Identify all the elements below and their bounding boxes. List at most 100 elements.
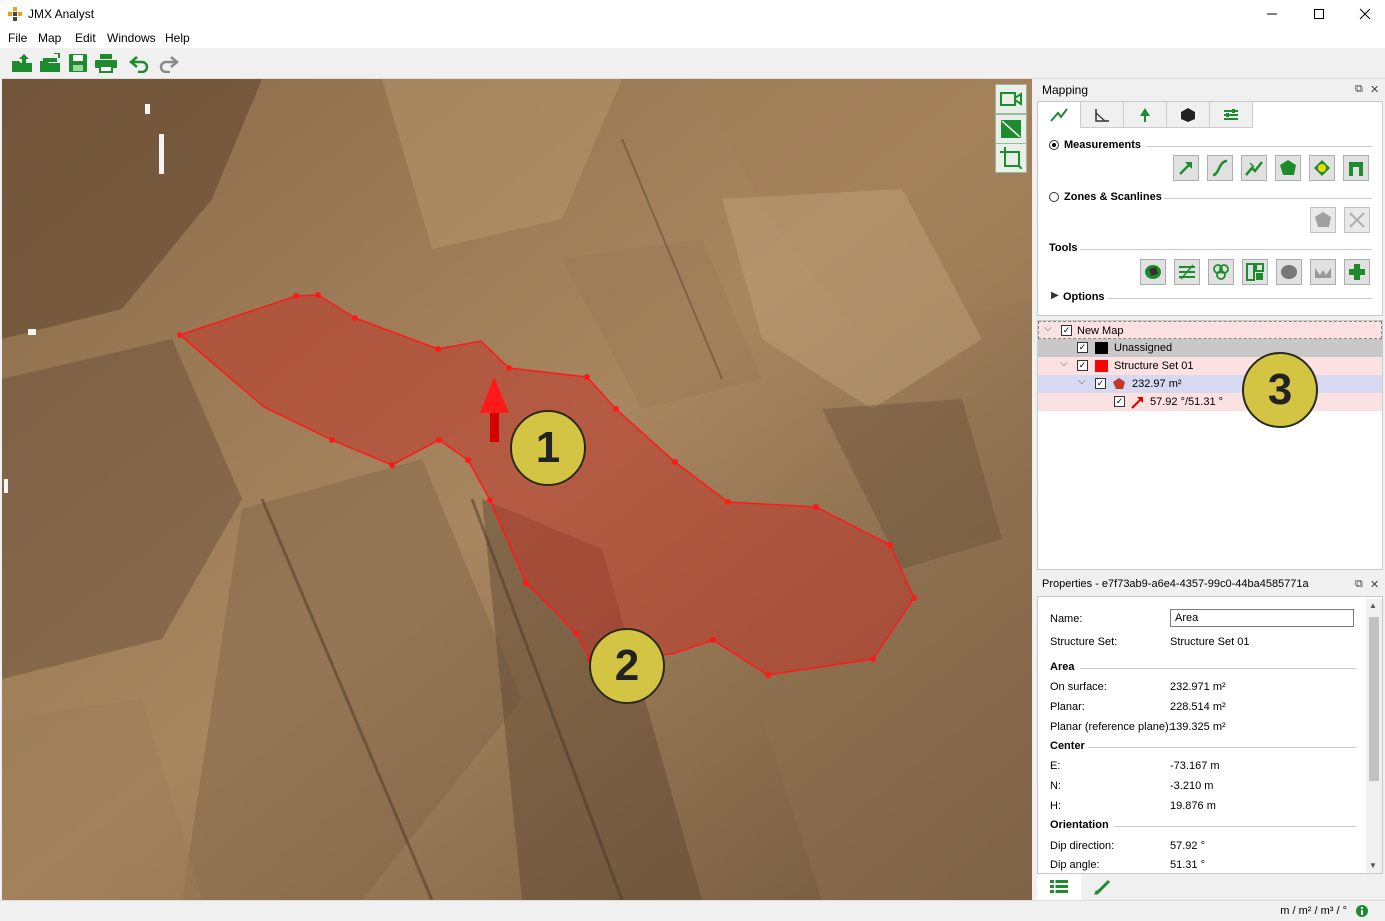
scrollbar-thumb[interactable] (1369, 617, 1379, 781)
print-button[interactable] (94, 52, 118, 74)
curve-icon (1212, 159, 1228, 177)
checkbox-new-map[interactable]: ✓ (1061, 325, 1072, 336)
menu-edit[interactable]: Edit (75, 31, 96, 45)
profile-line-button[interactable] (1310, 259, 1336, 285)
minimize-button[interactable] (1249, 0, 1295, 28)
chevron-down-icon[interactable]: ⌵ (1044, 323, 1052, 334)
blob-icon (1281, 265, 1297, 279)
3d-viewport[interactable] (2, 79, 1032, 900)
scroll-down-icon[interactable]: ▼ (1369, 861, 1377, 870)
stripes-tool-button[interactable] (1174, 259, 1200, 285)
structure-set-value: Structure Set 01 (1170, 636, 1250, 648)
tree-row-structure-set[interactable]: ⌵ ✓ Structure Set 01 (1038, 357, 1382, 375)
undo-button[interactable] (128, 52, 152, 74)
tab-vegetation[interactable] (1124, 102, 1167, 128)
stripes-icon (1179, 264, 1195, 280)
dip-direction-value: 57.92 ° (1170, 840, 1205, 852)
menu-help[interactable]: Help (165, 31, 190, 45)
zone-tool-button[interactable] (1310, 207, 1336, 233)
scanline-zone-button[interactable] (1344, 207, 1370, 233)
tab-annotations[interactable] (1081, 874, 1125, 900)
arch-icon (1349, 162, 1363, 176)
scanline-icon (1245, 161, 1263, 176)
center-section-title: Center (1050, 740, 1085, 752)
block-tool-button[interactable] (1140, 259, 1166, 285)
maximize-button[interactable] (1296, 0, 1342, 28)
callout-1: 1 (510, 410, 586, 486)
tree-row-new-map[interactable]: ⌵ ✓ New Map (1038, 321, 1382, 339)
frame-view-button[interactable] (995, 143, 1027, 173)
print-icon (95, 54, 117, 73)
name-input[interactable] (1170, 609, 1354, 627)
planar-ref-value: 139.325 m² (1170, 721, 1226, 733)
checkbox-structure-set[interactable]: ✓ (1077, 360, 1088, 371)
trace-tool-button[interactable] (1207, 155, 1233, 181)
structure-set-label: Structure Set: (1050, 636, 1118, 648)
tab-blocks[interactable] (1167, 102, 1210, 128)
save-icon (69, 54, 87, 72)
info-icon[interactable] (1355, 904, 1369, 918)
panel-close-icon[interactable]: ✕ (1370, 83, 1379, 96)
tab-properties-list[interactable] (1037, 874, 1081, 900)
profile-tool-button[interactable] (1343, 155, 1369, 181)
tab-angles[interactable] (1081, 102, 1124, 128)
properties-scrollbar[interactable]: ▲ ▼ (1366, 599, 1382, 873)
section-divider (1164, 198, 1372, 199)
scanline-tool-button[interactable] (1241, 155, 1267, 181)
dip-direction-label: Dip direction: (1050, 840, 1115, 852)
menu-windows[interactable]: Windows (107, 31, 156, 45)
surface-tool-button[interactable] (1276, 259, 1302, 285)
section-divider (1108, 298, 1372, 299)
orientation-tool-button[interactable] (1173, 155, 1199, 181)
rock-surface-view[interactable] (2, 79, 1032, 900)
checkbox-unassigned[interactable]: ✓ (1077, 342, 1088, 353)
redo-button[interactable] (156, 52, 180, 74)
on-surface-value: 232.971 m² (1170, 681, 1226, 693)
checkbox-orientation[interactable]: ✓ (1114, 396, 1125, 407)
menu-map[interactable]: Map (38, 31, 61, 45)
chevron-down-icon[interactable]: ⌵ (1078, 376, 1086, 387)
tree-row-area[interactable]: ⌵ ✓ 232.97 m² (1038, 375, 1382, 393)
name-label: Name: (1050, 613, 1083, 625)
target-icon (1314, 160, 1330, 176)
block-icon (1181, 107, 1195, 122)
checkbox-area[interactable]: ✓ (1095, 378, 1106, 389)
zone-polygon-icon (1315, 212, 1331, 227)
section-divider (1146, 146, 1372, 147)
tree-label-area: 232.97 m² (1132, 378, 1182, 390)
save-button[interactable] (66, 52, 90, 74)
e-value: -73.167 m (1170, 760, 1220, 772)
add-tool-button[interactable] (1344, 259, 1370, 285)
tree-row-unassigned[interactable]: ✓ Unassigned (1038, 339, 1382, 357)
camera-view-button[interactable] (995, 84, 1027, 114)
float-icon[interactable]: ⧉ (1355, 83, 1363, 96)
open-project-button[interactable] (38, 52, 62, 74)
tree-row-orientation[interactable]: ✓ 57.92 °/51.31 ° (1038, 393, 1382, 411)
area-tool-button[interactable] (1275, 155, 1301, 181)
callout-3: 3 (1242, 352, 1318, 428)
menu-file[interactable]: File (8, 31, 27, 45)
zones-radio[interactable] (1049, 192, 1059, 202)
options-label[interactable]: Options (1063, 291, 1105, 303)
options-expand-icon[interactable]: ▶ (1051, 290, 1059, 301)
tab-settings[interactable] (1210, 102, 1253, 128)
measurements-radio[interactable] (1049, 140, 1059, 150)
scanline-tool-icon (1050, 108, 1068, 122)
color-swatch-red (1095, 360, 1108, 372)
layout-tool-button[interactable] (1242, 259, 1268, 285)
close-button[interactable] (1342, 0, 1385, 28)
float-icon[interactable]: ⧉ (1355, 578, 1363, 591)
target-tool-button[interactable] (1309, 155, 1335, 181)
area-section-title: Area (1050, 661, 1075, 673)
panel-close-icon[interactable]: ✕ (1370, 578, 1379, 591)
tab-measurements[interactable] (1038, 102, 1081, 128)
area-polygon-icon (1113, 378, 1125, 389)
chevron-down-icon[interactable]: ⌵ (1060, 358, 1068, 369)
menu-bar: File Map Edit Windows Help (0, 28, 1385, 48)
stereonet-tool-button[interactable] (1208, 259, 1234, 285)
arrow-up-right-icon (1179, 162, 1192, 175)
plane-view-button[interactable] (995, 114, 1027, 144)
open-folder-button[interactable] (10, 52, 34, 74)
planar-ref-label: Planar (reference plane): (1050, 721, 1172, 733)
scroll-up-icon[interactable]: ▲ (1369, 601, 1377, 610)
